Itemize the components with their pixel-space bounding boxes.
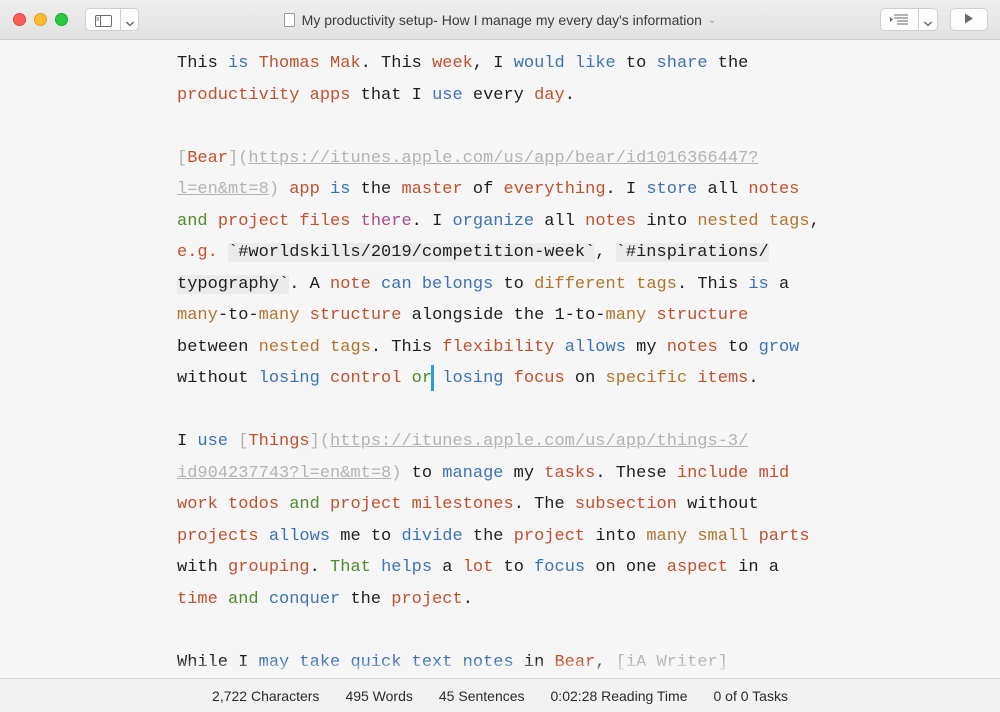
markdown-editor[interactable]: This is Thomas Mak. This week, I would l… xyxy=(177,48,857,678)
outline-chevron-icon[interactable] xyxy=(923,15,933,33)
character-count: 2,722 Characters xyxy=(212,687,320,704)
title-chevron-icon[interactable]: ⌄ xyxy=(708,15,716,26)
bear-link-url[interactable]: https://itunes.apple.com/us/app/bear/id1… xyxy=(248,149,758,168)
bear-link-text[interactable]: Bear xyxy=(187,149,228,168)
editor-line: productivity apps that I use every day. xyxy=(177,85,575,105)
editor-line: id904237743?l=en&mt=8) to manage my task… xyxy=(177,463,790,483)
editor-line: [Bear](https://itunes.apple.com/us/app/b… xyxy=(177,148,759,168)
title-bar: My productivity setup- How I manage my e… xyxy=(0,0,1000,40)
editor-line: e.g. `#worldskills/2019/competition-week… xyxy=(177,243,769,262)
editor-line: between nested tags. This flexibility al… xyxy=(177,337,800,357)
things-link-url-cont[interactable]: id904237743?l=en&mt=8 xyxy=(177,464,391,483)
task-count: 0 of 0 Tasks xyxy=(713,687,788,704)
editor-line: typography`. A note can belongs to diffe… xyxy=(177,274,790,294)
editor-line: many-to-many structure alongside the 1-t… xyxy=(177,306,749,325)
word-count: 495 Words xyxy=(345,687,413,704)
reading-time: 0:02:28 Reading Time xyxy=(550,687,688,704)
play-icon xyxy=(964,11,974,29)
things-link-text[interactable]: Things xyxy=(248,432,309,451)
editor-line: work todos and project milestones. The s… xyxy=(177,495,759,514)
preview-button[interactable] xyxy=(950,8,988,31)
editor-line: I use [Things](https://itunes.apple.com/… xyxy=(177,432,749,451)
editor-line: l=en&mt=8) app is the master of everythi… xyxy=(177,180,800,199)
document-icon xyxy=(283,13,295,27)
editor-line: with grouping. That helps a lot to focus… xyxy=(177,558,779,577)
inline-code-tag[interactable]: `#worldskills/2019/competition-week` xyxy=(228,243,596,262)
inline-code-tag[interactable]: typography` xyxy=(177,274,290,294)
outline-icon xyxy=(890,13,910,32)
status-bar[interactable]: 2,722 Characters 495 Words 45 Sentences … xyxy=(0,678,1000,712)
document-title[interactable]: My productivity setup- How I manage my e… xyxy=(302,12,702,28)
editor-line: time and conquer the project. xyxy=(177,589,473,609)
outline-button[interactable] xyxy=(880,8,938,31)
editor-line: without losing control or losing focus o… xyxy=(177,363,857,395)
editor-fade xyxy=(0,660,1000,678)
window-title-bar: My productivity setup- How I manage my e… xyxy=(0,0,1000,40)
sentence-count: 45 Sentences xyxy=(438,687,525,704)
inline-code-tag[interactable]: `#inspirations/ xyxy=(615,243,769,262)
bear-link-url-cont[interactable]: l=en&mt=8 xyxy=(177,180,269,199)
editor-line: projects allows me to divide the project… xyxy=(177,526,810,546)
editor-line: and project files there. I organize all … xyxy=(177,211,820,231)
things-link-url[interactable]: https://itunes.apple.com/us/app/things-3… xyxy=(330,432,748,451)
editor-line: This is Thomas Mak. This week, I would l… xyxy=(177,54,749,73)
